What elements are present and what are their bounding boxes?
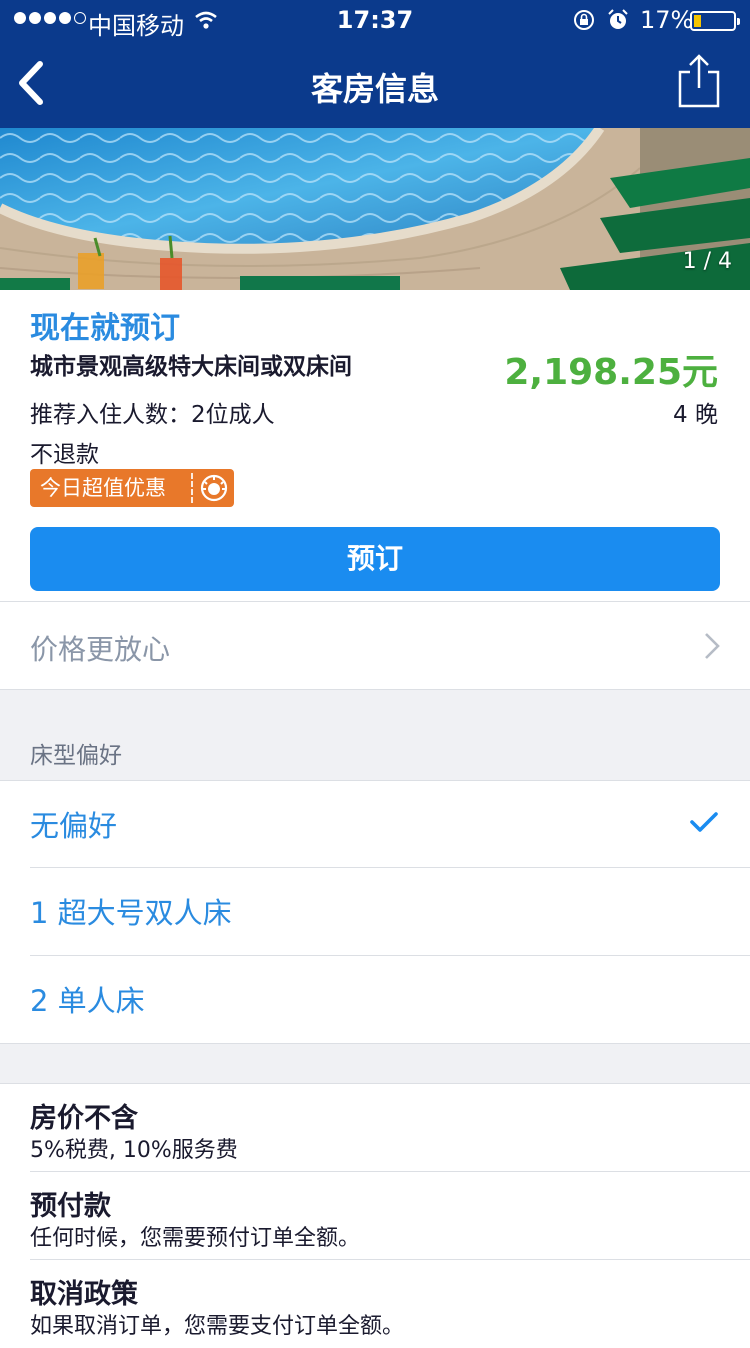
bed-option-no-preference[interactable]: 无偏好 [0,781,750,868]
battery-percent: 17% [640,6,694,34]
policy-text: 任何时候，您需要预付订单全额。 [30,1226,361,1251]
page-title: 客房信息 [310,70,439,108]
bed-preference-header: 床型偏好 [30,743,122,769]
share-button[interactable] [676,52,722,114]
price-guarantee-row[interactable]: 价格更放心 [0,602,750,690]
policy-title: 房价不含 [30,1103,138,1134]
bed-option-twin[interactable]: 2 单人床 [0,956,750,1043]
room-name: 城市景观高级特大床间或双床间 [30,354,352,380]
room-price: 2,198.25元 [504,352,718,393]
photo-counter: 1 / 4 [682,249,732,274]
room-photo[interactable]: 1 / 4 [0,128,750,290]
bed-option-label: 1 超大号双人床 [30,896,232,930]
bed-option-label: 2 单人床 [30,984,145,1018]
book-button[interactable]: 预订 [30,527,720,591]
section-separator [0,1044,750,1083]
status-bar: 中国移动 17:37 17% [0,0,750,40]
status-time: 17:37 [336,6,414,34]
policy-text: 如果取消订单，您需要支付订单全额。 [30,1314,405,1339]
refund-policy: 不退款 [30,442,99,468]
top-bar: 中国移动 17:37 17% 客房信息 [0,0,750,128]
orientation-lock-icon [572,8,596,38]
deal-badge: 今日超值优惠 [30,469,234,507]
policy-title: 预付款 [30,1191,111,1222]
bed-option-label: 无偏好 [30,809,118,843]
book-now-heading: 现在就预订 [30,311,180,346]
policy-title: 取消政策 [30,1279,138,1310]
lightbulb-icon [193,474,234,502]
alarm-icon [606,8,630,38]
bed-option-king[interactable]: 1 超大号双人床 [0,868,750,955]
policy-price-excludes: 房价不含 5%税费, 10%服务费 [0,1084,750,1172]
recommended-occupancy: 推荐入住人数：2位成人 [30,402,275,428]
battery-icon [690,11,740,31]
policy-prepayment: 预付款 任何时候，您需要预付订单全额。 [0,1172,750,1260]
policy-text: 5%税费, 10%服务费 [30,1138,238,1163]
deal-badge-label: 今日超值优惠 [30,473,193,503]
pool-photo-image [0,128,750,290]
nights-count: 4 晚 [673,402,718,428]
policy-cancellation: 取消政策 如果取消订单，您需要支付订单全额。 [0,1260,750,1348]
price-guarantee-label: 价格更放心 [30,633,171,666]
checkmark-icon [690,811,718,837]
chevron-right-icon [704,632,720,664]
